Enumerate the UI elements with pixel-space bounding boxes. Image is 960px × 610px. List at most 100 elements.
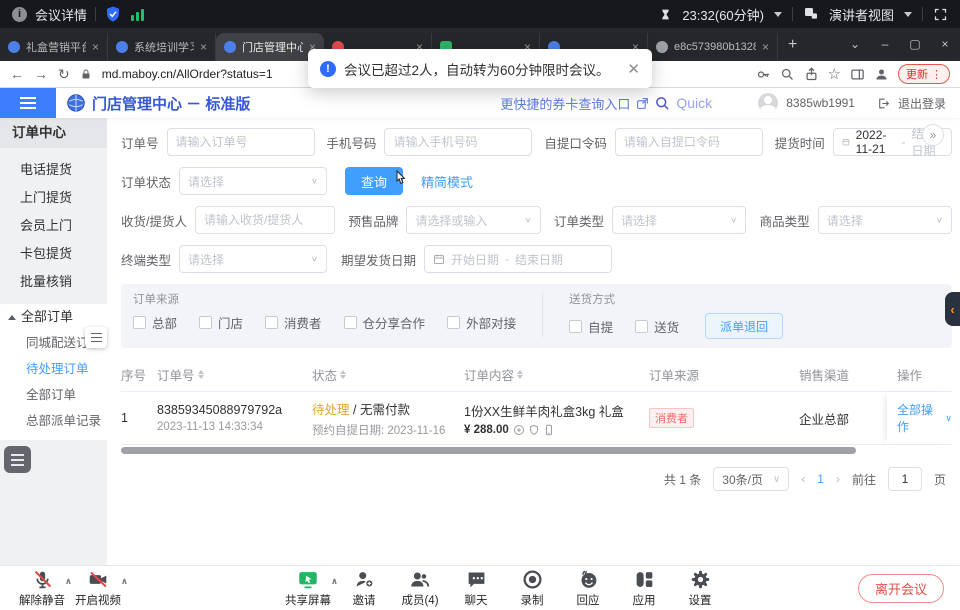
url-text[interactable]: md.maboy.cn/AllOrder?status=1	[102, 67, 273, 81]
browser-tab[interactable]: e8c573980b1328a258fd2e6 ×	[648, 33, 778, 61]
tab-close-icon[interactable]: ×	[92, 40, 99, 54]
current-page[interactable]: 1	[817, 472, 824, 486]
meeting-info-icon[interactable]: i	[12, 7, 27, 22]
col-status[interactable]: 状态	[312, 365, 464, 384]
back-icon[interactable]: ←	[10, 66, 24, 82]
window-close-icon[interactable]: ×	[930, 28, 960, 61]
share-screen-button[interactable]: 共享屏幕 ∧	[280, 566, 336, 610]
unmute-button[interactable]: 解除静音 ∧	[14, 566, 70, 610]
profile-icon[interactable]	[874, 67, 889, 82]
logout-label[interactable]: 退出登录	[898, 95, 946, 112]
browser-tab[interactable]: 系统培训学习 ×	[108, 33, 216, 61]
reactions-button[interactable]: 回应	[560, 566, 616, 610]
ship-end-date[interactable]: 结束日期	[515, 251, 563, 268]
menu-toggle-button[interactable]	[0, 88, 56, 118]
side-panel-icon[interactable]	[850, 67, 865, 82]
ship-start-date[interactable]: 开始日期	[451, 251, 499, 268]
dispatch-return-button[interactable]: 派单退回	[705, 313, 783, 339]
window-maximize-icon[interactable]: ▢	[900, 28, 930, 61]
all-actions-dropdown[interactable]: 全部操作	[897, 401, 942, 435]
tab-close-icon[interactable]: ×	[200, 40, 207, 54]
checkbox-self-pickup[interactable]: 自提	[569, 317, 613, 336]
tab-search-icon[interactable]: ⌄	[840, 28, 870, 61]
sidebar-item-batch-verify[interactable]: 批量核销	[0, 268, 107, 296]
simple-mode-link[interactable]: 精简模式	[421, 172, 473, 191]
promo-link-wrap[interactable]: 更快捷的券卡查询入口 Quick	[500, 94, 712, 113]
order-no-input[interactable]	[167, 128, 315, 156]
sidebar-item-door-pickup[interactable]: 上门提货	[0, 184, 107, 212]
sidebar-item-pending-orders[interactable]: 待处理订单	[0, 356, 107, 382]
checkbox-external[interactable]: 外部对接	[447, 313, 516, 332]
share-page-icon[interactable]	[804, 67, 819, 82]
checkbox-delivery[interactable]: 送货	[635, 317, 679, 336]
start-video-button[interactable]: 开启视频 ∧	[70, 566, 126, 610]
checkbox-store[interactable]: 门店	[199, 313, 243, 332]
pickup-code-input[interactable]	[615, 128, 763, 156]
ship-date-range[interactable]: 开始日期 - 结束日期	[424, 245, 612, 273]
brand-select[interactable]: 请选择或输入∨	[406, 206, 540, 234]
sort-icon[interactable]	[198, 370, 204, 379]
forward-icon[interactable]: →	[34, 66, 48, 82]
sidebar-item-member-visit[interactable]: 会员上门	[0, 212, 107, 240]
order-no[interactable]: 83859345088979792a	[157, 403, 306, 417]
quick-search-icon[interactable]	[655, 96, 670, 111]
checkbox-hq[interactable]: 总部	[133, 313, 177, 332]
settings-button[interactable]: 设置	[672, 566, 728, 610]
user-avatar[interactable]	[758, 93, 778, 113]
members-button[interactable]: 成员(4)	[392, 566, 448, 610]
quick-label[interactable]: Quick	[676, 95, 712, 111]
zoom-icon[interactable]	[780, 67, 795, 82]
window-minimize-icon[interactable]: –	[870, 28, 900, 61]
collapse-search-button[interactable]: »	[922, 124, 944, 146]
password-key-icon[interactable]	[756, 67, 771, 82]
tab-close-icon[interactable]: ×	[762, 40, 769, 54]
protect-icon[interactable]	[528, 424, 540, 436]
view-dropdown-icon[interactable]	[904, 12, 912, 17]
sidebar-item-phone-pickup[interactable]: 电话提货	[0, 156, 107, 184]
chevron-up-icon[interactable]: ∧	[121, 576, 128, 587]
goods-type-select[interactable]: 请选择∨	[818, 206, 952, 234]
leave-meeting-button[interactable]: 离开会议	[858, 574, 944, 603]
chat-button[interactable]: 聊天	[448, 566, 504, 610]
view-mode-label[interactable]: 演讲者视图	[829, 5, 894, 24]
record-button[interactable]: 录制	[504, 566, 560, 610]
toolbar-drag-handle[interactable]	[85, 327, 107, 348]
apps-button[interactable]: 应用	[616, 566, 672, 610]
sidebar-item-all-orders[interactable]: 全部订单	[0, 382, 107, 408]
goto-page-input[interactable]	[888, 467, 922, 491]
refresh-icon[interactable]: ↻	[58, 66, 70, 83]
phone-icon[interactable]	[543, 424, 555, 436]
pickup-start-date[interactable]: 2022-11-21	[856, 128, 896, 156]
remark-icon[interactable]	[513, 424, 525, 436]
horizontal-scrollbar[interactable]	[121, 447, 856, 454]
sidebar-item-card-pickup[interactable]: 卡包提货	[0, 240, 107, 268]
col-order-no[interactable]: 订单号	[157, 365, 312, 384]
terminal-select[interactable]: 请选择∨	[179, 245, 327, 273]
meeting-panel-toggle[interactable]: ‹	[945, 292, 960, 326]
checkbox-consumer[interactable]: 消费者	[265, 313, 322, 332]
receiver-input[interactable]	[195, 206, 335, 234]
chrome-update-button[interactable]: 更新⋮	[898, 64, 950, 84]
shield-check-icon[interactable]	[104, 5, 122, 23]
order-status-select[interactable]: 请选择∨	[179, 167, 327, 195]
fullscreen-icon[interactable]	[933, 7, 948, 22]
logout-icon[interactable]	[877, 97, 890, 110]
network-signal-icon[interactable]	[130, 6, 146, 22]
sidebar-item-hq-dispatch[interactable]: 总部派单记录	[0, 408, 107, 434]
order-type-select[interactable]: 请选择∨	[612, 206, 746, 234]
prev-page-icon[interactable]: ‹	[801, 472, 805, 486]
new-tab-icon[interactable]: +	[788, 36, 797, 54]
col-content[interactable]: 订单内容	[464, 365, 649, 384]
page-size-select[interactable]: 30条/页∨	[713, 467, 789, 491]
next-page-icon[interactable]: ›	[836, 472, 840, 486]
sort-icon[interactable]	[517, 370, 523, 379]
meeting-detail-label[interactable]: 会议详情	[35, 5, 87, 24]
floating-list-widget[interactable]	[4, 446, 31, 473]
notice-close-icon[interactable]: ✕	[627, 60, 640, 78]
phone-input[interactable]	[384, 128, 532, 156]
timer-dropdown-icon[interactable]	[774, 12, 782, 17]
checkbox-warehouse-coop[interactable]: 仓分享合作	[344, 313, 426, 332]
bookmark-star-icon[interactable]: ☆	[828, 65, 841, 83]
sort-icon[interactable]	[340, 370, 346, 379]
browser-tab[interactable]: 礼盒营销平台管理中心 ×	[0, 33, 108, 61]
